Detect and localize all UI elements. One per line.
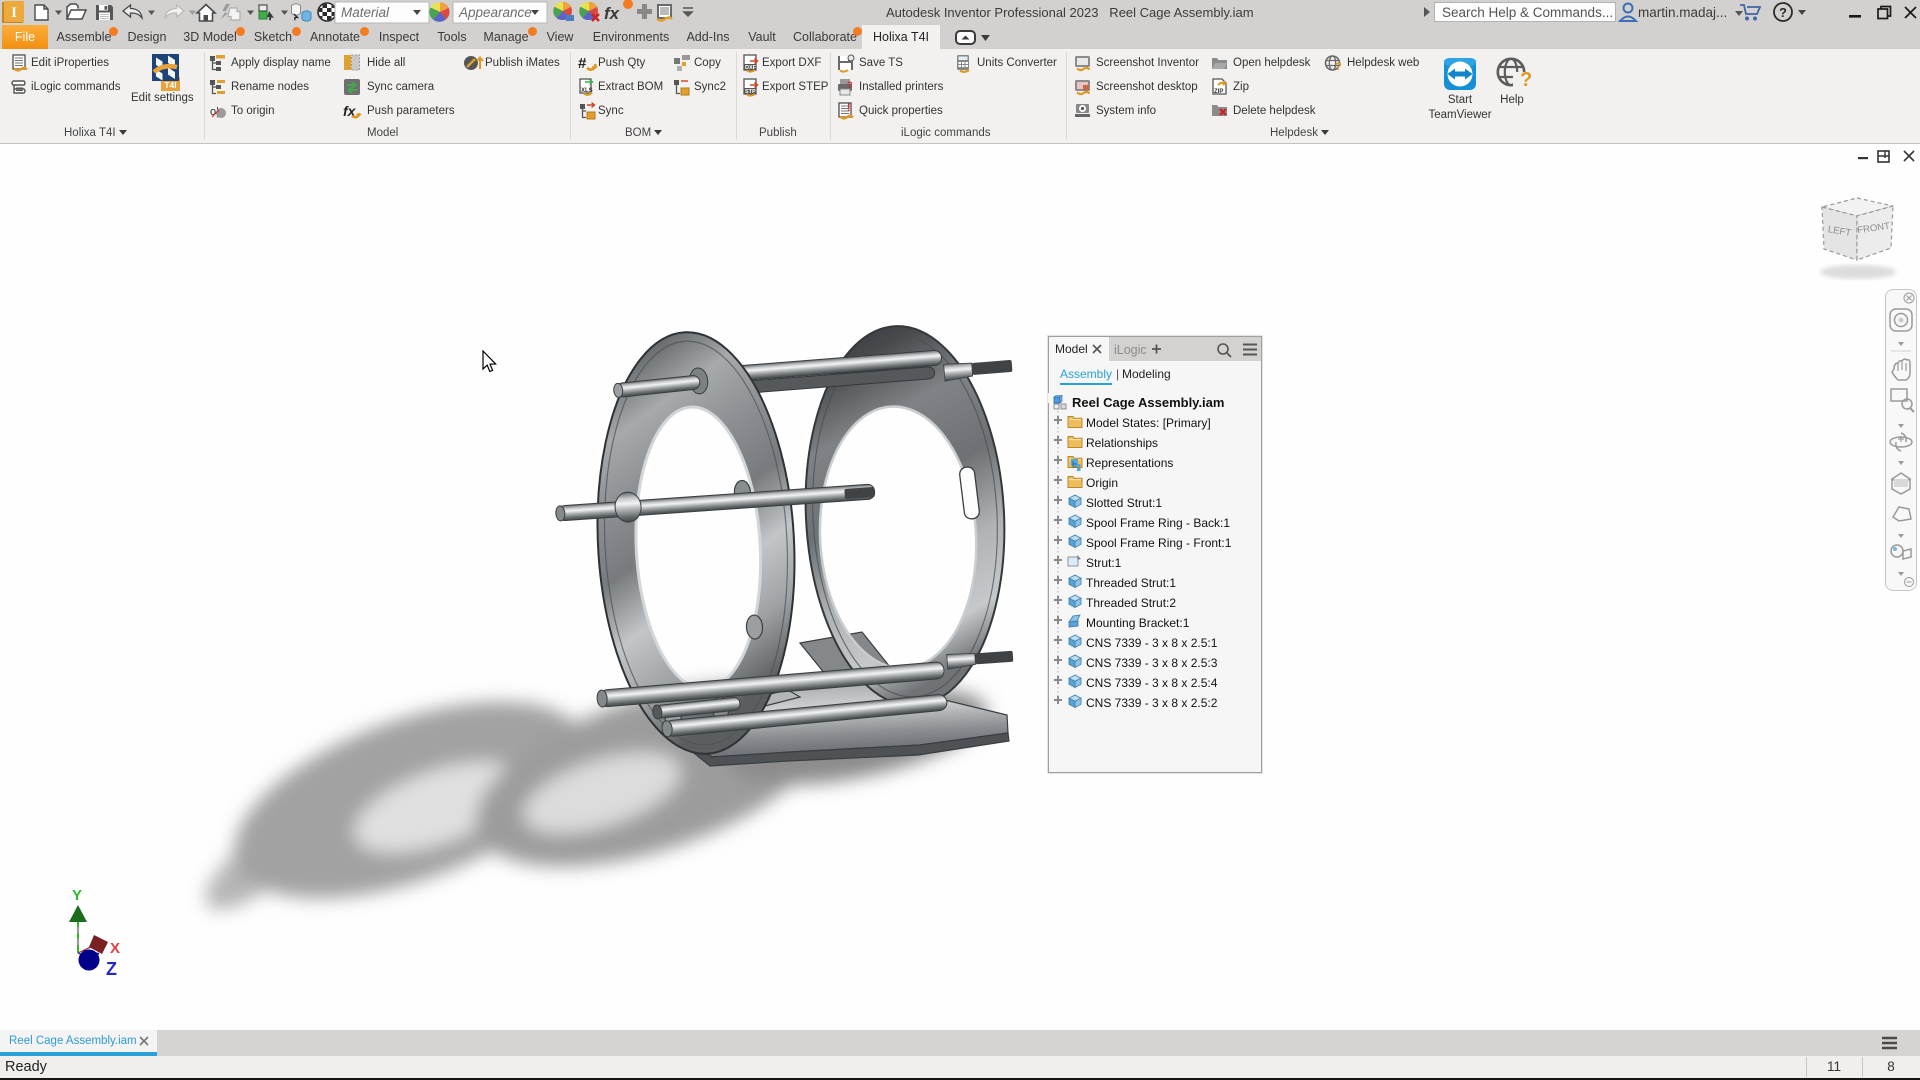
- svg-text:ZIP: ZIP: [1214, 89, 1223, 95]
- svg-text:#: #: [578, 55, 587, 72]
- svg-text:Material: Material: [341, 5, 390, 20]
- svg-text:Y: Y: [72, 887, 82, 904]
- svg-text:?: ?: [847, 80, 853, 90]
- svg-text:!: !: [847, 102, 851, 114]
- svg-text:fx: fx: [604, 4, 621, 23]
- svg-text:?: ?: [1335, 61, 1342, 73]
- svg-text:I: I: [11, 5, 17, 21]
- svg-text:?: ?: [1520, 69, 1532, 91]
- svg-text:X: X: [110, 940, 120, 957]
- svg-text:Z: Z: [106, 959, 117, 979]
- svg-text:iLogic: iLogic: [1114, 343, 1147, 357]
- svg-text:T4I: T4I: [164, 80, 176, 90]
- svg-text:?: ?: [1779, 5, 1787, 20]
- svg-text:Appearance: Appearance: [458, 5, 532, 20]
